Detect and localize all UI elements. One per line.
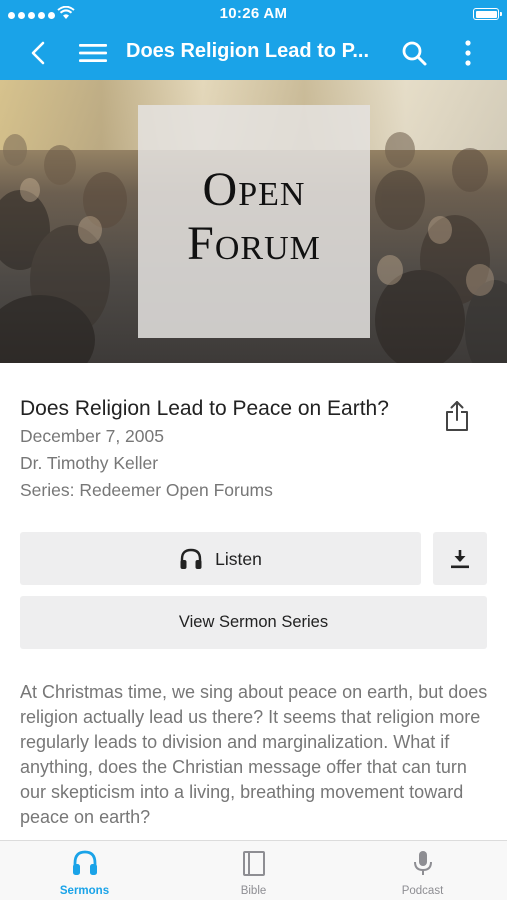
- battery-icon: [473, 8, 502, 20]
- more-options-icon[interactable]: [458, 38, 478, 68]
- status-bar: 10:26 AM: [0, 0, 507, 28]
- top-bar: 10:26 AM Does Religion Lead to P...: [0, 0, 507, 80]
- tab-bible[interactable]: Bible: [169, 841, 338, 900]
- tab-sermons-label: Sermons: [59, 885, 110, 897]
- sermon-info: Does Religion Lead to Peace on Earth? De…: [20, 395, 440, 504]
- download-button[interactable]: [433, 532, 487, 585]
- sermon-banner-image: Open Forum: [0, 80, 507, 363]
- navigation-bar: Does Religion Lead to P...: [0, 28, 507, 78]
- open-forum-logo: Open Forum: [138, 105, 370, 338]
- page-title: Does Religion Lead to P...: [126, 40, 370, 62]
- back-arrow-icon[interactable]: [24, 38, 54, 68]
- listen-label: Listen: [215, 548, 262, 569]
- sermon-series: Series: Redeemer Open Forums: [20, 480, 273, 500]
- microphone-icon: [414, 851, 432, 875]
- tab-podcast[interactable]: Podcast: [338, 841, 507, 900]
- logo-line-2: Forum: [187, 217, 321, 270]
- book-icon: [243, 851, 265, 876]
- view-sermon-series-button[interactable]: View Sermon Series: [20, 596, 487, 649]
- sermon-date: December 7, 2005: [20, 426, 164, 446]
- tab-sermons[interactable]: Sermons: [0, 841, 169, 900]
- share-icon[interactable]: [444, 400, 470, 432]
- sermon-title: Does Religion Lead to Peace on Earth?: [20, 397, 389, 420]
- view-sermon-series-label: View Sermon Series: [178, 613, 329, 631]
- sermon-speaker: Dr. Timothy Keller: [20, 453, 159, 473]
- headphones-icon: [73, 850, 97, 875]
- tab-podcast-label: Podcast: [401, 885, 444, 897]
- sermon-description: At Christmas time, we sing about peace o…: [20, 682, 488, 827]
- download-icon: [451, 550, 469, 569]
- headphones-icon: [180, 548, 202, 569]
- listen-button[interactable]: Listen: [20, 532, 421, 585]
- tab-bible-label: Bible: [240, 885, 267, 897]
- bottom-tab-bar: Sermons Bible Podcast: [0, 840, 507, 900]
- logo-line-1: Open: [202, 163, 306, 216]
- hamburger-menu-icon[interactable]: [78, 40, 108, 66]
- search-icon[interactable]: [400, 39, 428, 67]
- status-time: 10:26 AM: [219, 5, 288, 22]
